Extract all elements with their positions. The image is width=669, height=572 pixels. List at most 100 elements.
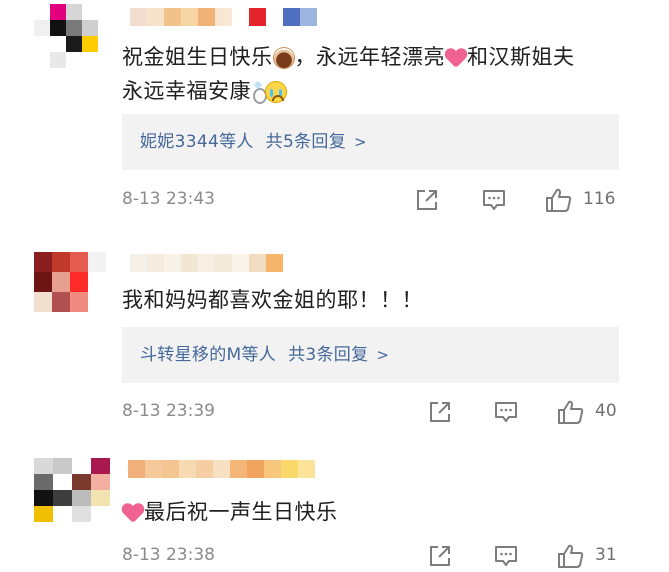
share-icon[interactable] xyxy=(427,399,453,425)
username-mosaic-cell xyxy=(147,254,164,272)
thumbs-up-icon[interactable] xyxy=(557,543,584,569)
comment-text: 我和妈妈都喜欢金姐的耶！！！ xyxy=(122,288,423,312)
thumbs-up-icon[interactable] xyxy=(545,187,572,213)
reply-count: 共3条回复 xyxy=(288,345,369,365)
avatar-mosaic-cell xyxy=(34,20,50,36)
reply-users: 妮妮3344等人 xyxy=(140,132,254,152)
username-mosaic-cell xyxy=(232,8,249,26)
username-mosaic-cell xyxy=(283,8,300,26)
avatar-mosaic-cell xyxy=(82,52,98,68)
avatar-mosaic-cell xyxy=(70,272,88,292)
username[interactable] xyxy=(130,8,317,26)
username-mosaic-cell xyxy=(213,460,230,478)
comment-actions: 8-13 23:38 31 xyxy=(0,541,669,571)
replies-preview[interactable]: 妮妮3344等人 共5条回复 > xyxy=(122,114,619,170)
avatar-mosaic-cell xyxy=(34,36,50,52)
avatar-mosaic-cell xyxy=(70,292,88,312)
avatar-mosaic-cell xyxy=(70,252,88,272)
comment-actions: 8-13 23:39 40 xyxy=(0,397,669,427)
comment-text: 最后祝一声生日快乐 xyxy=(122,495,338,529)
cake-icon xyxy=(272,47,295,69)
username-mosaic-cell xyxy=(198,254,215,272)
ring-icon xyxy=(251,81,267,104)
avatar[interactable] xyxy=(34,4,98,68)
avatar-mosaic-cell xyxy=(34,252,52,272)
avatar-mosaic-cell xyxy=(50,52,66,68)
avatar[interactable] xyxy=(34,458,110,522)
share-icon[interactable] xyxy=(414,187,440,213)
username-mosaic-cell xyxy=(232,254,249,272)
username-mosaic-cell xyxy=(164,8,181,26)
comment-actions: 8-13 23:43 116 xyxy=(0,185,669,215)
avatar-mosaic-cell xyxy=(66,4,82,20)
username[interactable] xyxy=(130,254,283,272)
thumbs-up-icon[interactable] xyxy=(557,399,584,425)
heart-icon xyxy=(122,503,144,523)
username[interactable] xyxy=(128,460,315,478)
username-mosaic-cell xyxy=(247,460,264,478)
like-count: 40 xyxy=(595,401,617,421)
avatar-mosaic-cell xyxy=(91,458,110,474)
comment-icon[interactable] xyxy=(493,399,519,425)
avatar-mosaic-cell xyxy=(82,20,98,36)
username-mosaic-cell xyxy=(196,460,213,478)
avatar-mosaic-cell xyxy=(72,474,91,490)
username-mosaic-cell xyxy=(130,8,147,26)
avatar-mosaic-cell xyxy=(82,4,98,20)
replies-preview[interactable]: 斗转星移的M等人 共3条回复 > xyxy=(122,327,619,383)
crying-face-icon xyxy=(265,81,287,103)
avatar-mosaic-cell xyxy=(91,474,110,490)
comment-text: 祝金姐生日快乐 ，永远年轻漂亮 和汉斯姐夫 永远幸福安康 xyxy=(122,45,575,104)
avatar-mosaic-cell xyxy=(34,458,53,474)
username-mosaic-cell xyxy=(230,460,247,478)
avatar-mosaic-cell xyxy=(52,292,70,312)
username-mosaic-cell xyxy=(266,8,283,26)
comment-icon[interactable] xyxy=(481,187,507,213)
avatar[interactable] xyxy=(34,252,106,312)
avatar-mosaic-cell xyxy=(88,292,106,312)
avatar-mosaic-cell xyxy=(50,4,66,20)
avatar-mosaic-cell xyxy=(72,506,91,522)
avatar-mosaic-cell xyxy=(34,506,53,522)
timestamp: 8-13 23:38 xyxy=(122,545,215,565)
username-mosaic-cell xyxy=(145,460,162,478)
username-mosaic-cell xyxy=(198,8,215,26)
avatar-mosaic-cell xyxy=(88,252,106,272)
avatar-mosaic-cell xyxy=(66,36,82,52)
avatar-mosaic-cell xyxy=(66,52,82,68)
username-mosaic-cell xyxy=(215,254,232,272)
avatar-mosaic-cell xyxy=(34,474,53,490)
avatar-mosaic-cell xyxy=(34,490,53,506)
avatar-mosaic-cell xyxy=(88,272,106,292)
share-icon[interactable] xyxy=(427,543,453,569)
avatar-mosaic-cell xyxy=(72,490,91,506)
avatar-mosaic-cell xyxy=(66,20,82,36)
avatar-mosaic-cell xyxy=(53,506,72,522)
username-mosaic-cell xyxy=(128,460,145,478)
reply-users: 斗转星移的M等人 xyxy=(140,345,277,365)
chevron-right-icon: > xyxy=(376,346,390,364)
username-mosaic-cell xyxy=(130,254,147,272)
avatar-mosaic-cell xyxy=(52,272,70,292)
avatar-mosaic-cell xyxy=(91,490,110,506)
timestamp: 8-13 23:39 xyxy=(122,401,215,421)
comment-icon[interactable] xyxy=(493,543,519,569)
avatar-mosaic-cell xyxy=(50,20,66,36)
heart-icon xyxy=(445,48,467,68)
reply-count: 共5条回复 xyxy=(265,132,346,152)
username-mosaic-cell xyxy=(249,254,266,272)
avatar-mosaic-cell xyxy=(34,4,50,20)
avatar-mosaic-cell xyxy=(53,474,72,490)
like-count: 31 xyxy=(595,545,617,565)
username-mosaic-cell xyxy=(162,460,179,478)
username-mosaic-cell xyxy=(179,460,196,478)
avatar-mosaic-cell xyxy=(53,490,72,506)
avatar-mosaic-cell xyxy=(34,272,52,292)
username-mosaic-cell xyxy=(215,8,232,26)
avatar-mosaic-cell xyxy=(34,52,50,68)
avatar-mosaic-cell xyxy=(91,506,110,522)
username-mosaic-cell xyxy=(281,460,298,478)
username-mosaic-cell xyxy=(300,8,317,26)
username-mosaic-cell xyxy=(147,8,164,26)
avatar-mosaic-cell xyxy=(50,36,66,52)
